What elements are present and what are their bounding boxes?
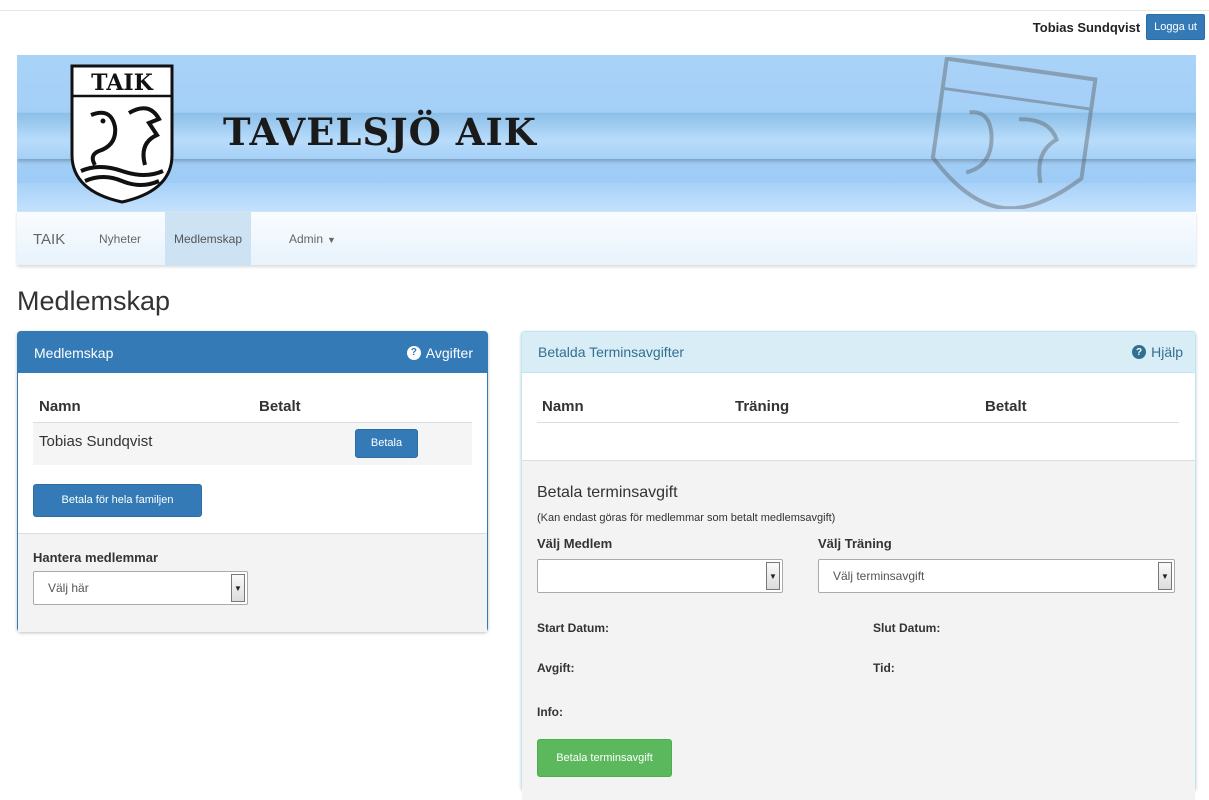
dropdown-arrow-icon: ▼: [1158, 562, 1172, 590]
training-label: Välj Träning: [818, 536, 892, 551]
pay-member-button[interactable]: Betala: [355, 429, 418, 458]
user-name: Tobias Sundqvist: [1032, 19, 1141, 35]
start-date-label: Start Datum:: [537, 621, 610, 635]
page-title: Medlemskap: [17, 286, 171, 316]
column-header-namn: Namn: [39, 398, 81, 415]
membership-panel-title: Medlemskap: [34, 344, 114, 361]
pay-term-fee-title: Betala terminsavgift: [537, 484, 678, 501]
column-header-betalt: Betalt: [259, 398, 301, 415]
question-circle-icon: ?: [406, 345, 421, 360]
fees-panel-title: Betalda Terminsavgifter: [538, 344, 685, 360]
membership-panel: Medlemskap ? Avgifter Namn Betalt Tobias…: [17, 331, 488, 632]
time-label: Tid:: [873, 661, 895, 675]
logout-button[interactable]: Logga ut: [1146, 14, 1205, 40]
training-select[interactable]: Välj terminsavgift ▼: [818, 559, 1175, 593]
club-banner: TAIK TAVELSJÖ AIK: [17, 55, 1196, 211]
nav-item-medlemskap[interactable]: Medlemskap: [165, 212, 252, 266]
table-row: Tobias Sundqvist Betala: [33, 423, 472, 465]
club-logo-icon: TAIK: [70, 64, 174, 204]
question-circle-icon: ?: [1132, 345, 1147, 359]
pay-term-fee-note: (Kan endast göras för medlemmar som beta…: [537, 512, 836, 524]
fee-label: Avgift:: [537, 661, 575, 675]
nav-item-nyheter[interactable]: Nyheter: [90, 212, 150, 266]
pay-term-fee-section: Betala terminsavgift (Kan endast göras f…: [522, 460, 1195, 800]
column-header-betalt: Betalt: [985, 398, 1027, 415]
user-bar: Tobias Sundqvist Logga ut: [1033, 14, 1205, 40]
column-header-namn: Namn: [542, 398, 584, 415]
membership-panel-header: Medlemskap ? Avgifter: [18, 332, 487, 373]
member-name: Tobias Sundqvist: [39, 433, 153, 450]
chevron-down-icon: ▼: [327, 235, 336, 245]
help-link[interactable]: ? Hjälp: [1132, 344, 1183, 360]
column-header-traning: Träning: [735, 398, 790, 415]
fees-panel: Betalda Terminsavgifter ? Hjälp Namn Trä…: [521, 331, 1196, 800]
fees-help-link[interactable]: ? Avgifter: [406, 345, 473, 361]
nav-brand[interactable]: TAIK: [33, 231, 65, 248]
dropdown-arrow-icon: ▼: [231, 574, 245, 602]
member-label: Välj Medlem: [537, 536, 613, 551]
end-date-label: Slut Datum:: [873, 621, 941, 635]
table-divider: [537, 422, 1179, 423]
pay-family-button[interactable]: Betala för hela familjen: [33, 484, 202, 517]
manage-members-select[interactable]: Välj här ▼: [33, 571, 248, 605]
manage-members-section: Hantera medlemmar Välj här ▼: [18, 533, 487, 632]
top-divider: [0, 10, 1209, 11]
info-label: Info:: [537, 705, 563, 719]
club-name: TAVELSJÖ AIK: [223, 110, 537, 154]
pay-term-fee-button[interactable]: Betala terminsavgift: [537, 739, 672, 777]
fees-panel-header: Betalda Terminsavgifter ? Hjälp: [522, 332, 1195, 373]
logo-lettering: TAIK: [91, 70, 154, 96]
nav-item-admin[interactable]: Admin ▼: [280, 212, 345, 266]
manage-members-label: Hantera medlemmar: [33, 550, 158, 565]
dropdown-arrow-icon: ▼: [766, 562, 780, 590]
club-logo-watermark-icon: [930, 57, 1098, 209]
member-select[interactable]: ▼: [537, 559, 783, 593]
main-navbar: TAIK Nyheter Medlemskap Admin ▼: [17, 211, 1196, 266]
